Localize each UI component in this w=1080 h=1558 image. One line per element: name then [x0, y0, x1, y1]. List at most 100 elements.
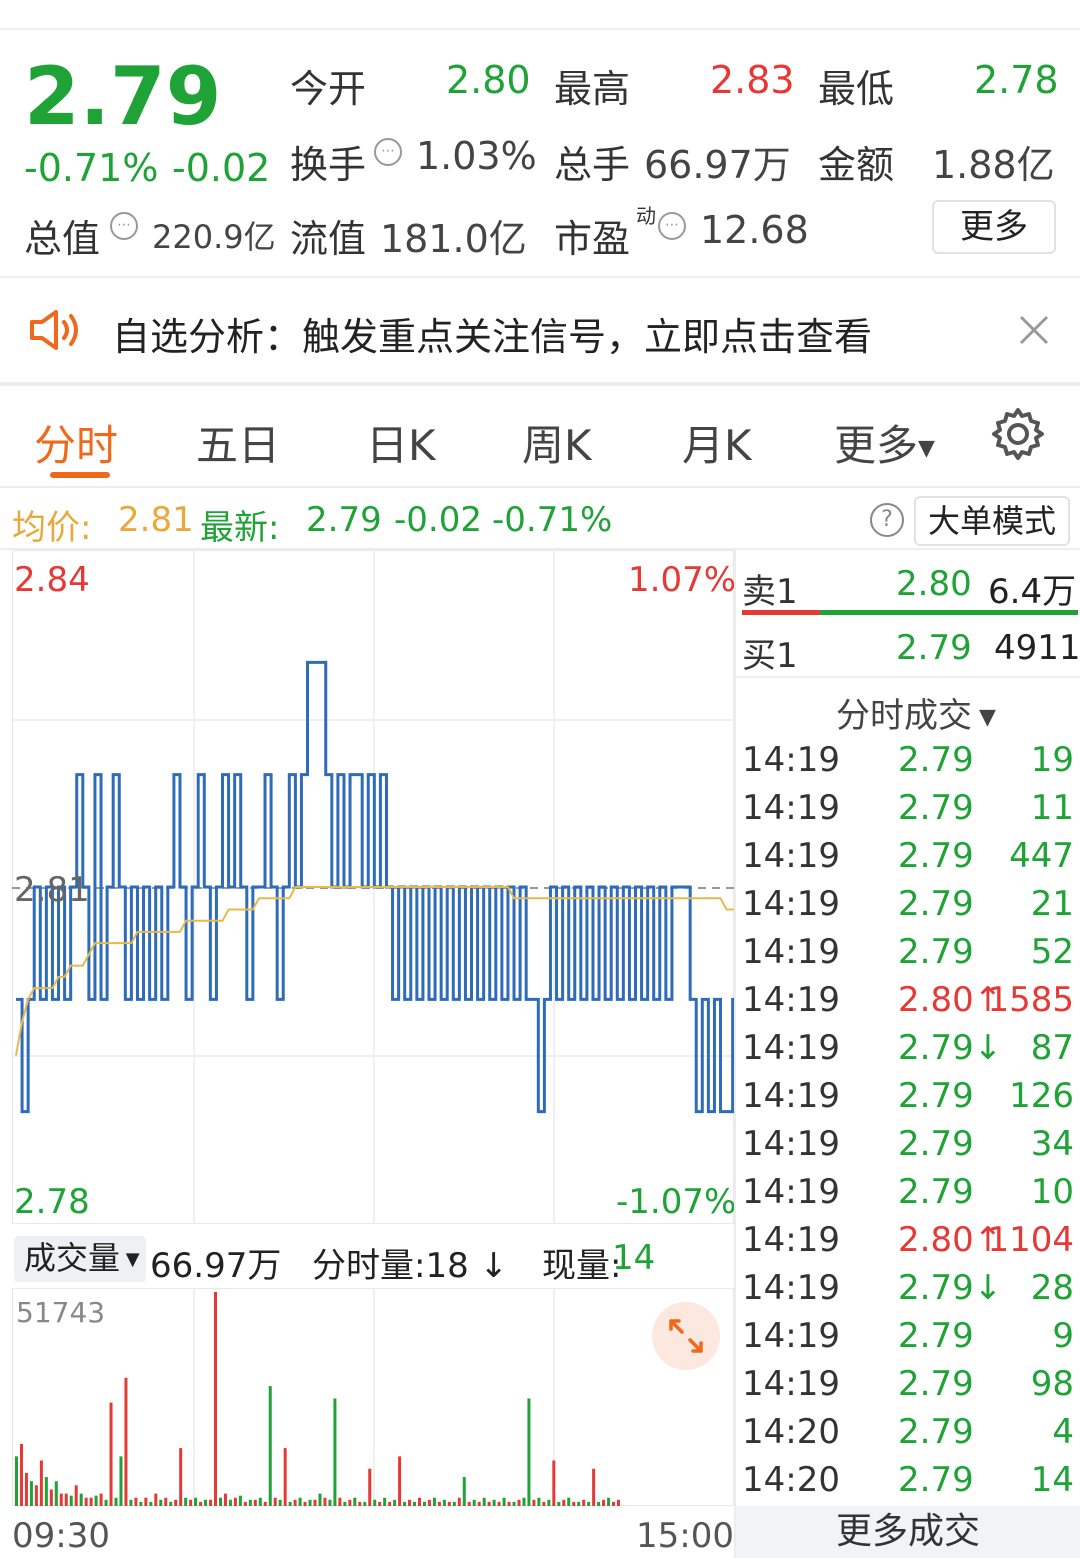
volume-bar	[353, 1497, 357, 1506]
trade-time: 14:19	[742, 1076, 840, 1116]
volume-bar	[398, 1456, 402, 1506]
buy1-label: 买1	[742, 636, 798, 676]
trade-time: 14:19	[742, 1268, 840, 1308]
volume-bar	[74, 1485, 78, 1506]
volume-bar	[517, 1499, 521, 1506]
trade-row: 14:20 2.79 4	[742, 1412, 1074, 1460]
volume-bar	[597, 1501, 601, 1506]
volume-value: 66.97万	[644, 143, 791, 187]
volume-bar	[333, 1398, 337, 1506]
more-trades-button[interactable]: 更多成交	[736, 1506, 1080, 1558]
trade-price: 2.79	[898, 884, 974, 924]
volume-label: 总手	[554, 143, 631, 187]
sell1-label: 卖1	[742, 572, 798, 612]
volume-bar	[388, 1501, 392, 1506]
mcap-label: 总值	[24, 217, 101, 261]
float-value: 181.0亿	[380, 217, 527, 261]
volume-bar	[49, 1489, 53, 1506]
mcap-value: 220.9亿	[152, 218, 276, 256]
tab-more[interactable]: 更多▼	[834, 412, 935, 473]
trade-time: 14:19	[742, 836, 840, 876]
info-icon[interactable]: ⋯	[374, 138, 402, 166]
volume-bar	[139, 1501, 143, 1506]
divider	[0, 28, 1080, 30]
volume-bar	[174, 1499, 178, 1506]
trade-volume: 126	[1009, 1076, 1074, 1116]
trade-volume: 34	[1030, 1124, 1074, 1164]
trade-price: 2.79	[898, 1460, 974, 1500]
tab-monthly-k[interactable]: 月K	[682, 412, 752, 473]
trade-volume: 52	[1030, 932, 1074, 972]
expand-button[interactable]	[652, 1302, 720, 1370]
help-icon[interactable]: ?	[870, 503, 904, 537]
volume-bar	[69, 1495, 73, 1506]
volume-bar	[59, 1493, 63, 1506]
trade-row: 14:19 2.79 98	[742, 1364, 1074, 1412]
volume-bar	[298, 1497, 302, 1506]
volume-bar	[209, 1499, 213, 1506]
volume-bar	[427, 1499, 431, 1506]
gear-icon[interactable]	[990, 406, 1046, 462]
volume-bar	[228, 1499, 232, 1506]
trade-row: 14:19 2.79 447	[742, 836, 1074, 884]
info-icon[interactable]: ⋯	[658, 212, 686, 240]
trade-price: 2.79	[898, 836, 974, 876]
volume-bar	[432, 1497, 436, 1506]
volume-bar	[313, 1499, 317, 1506]
volume-bar	[19, 1443, 23, 1506]
volume-bar	[602, 1499, 606, 1506]
intraday-price-chart[interactable]	[12, 550, 734, 1224]
trades-header[interactable]: 分时成交 ▼	[836, 688, 996, 737]
tab-weekly-k[interactable]: 周K	[522, 412, 592, 473]
volume-bar	[343, 1501, 347, 1506]
trade-row: 14:19 2.80↑ 1585	[742, 980, 1074, 1028]
trade-price: 2.79	[898, 1076, 974, 1116]
tab-five-day[interactable]: 五日	[196, 412, 280, 473]
tab-daily-k[interactable]: 日K	[366, 412, 436, 473]
trade-price: 2.79	[898, 1364, 974, 1404]
analysis-banner[interactable]: 自选分析：触发重点关注信号，立即点击查看	[0, 278, 1080, 382]
volume-bar	[542, 1501, 546, 1506]
volume-max-label: 51743	[16, 1296, 106, 1329]
volume-bar	[587, 1501, 591, 1506]
trade-volume: 14	[1030, 1460, 1074, 1500]
trade-volume: 87	[1030, 1028, 1074, 1068]
volume-bar	[189, 1499, 193, 1506]
volume-bar	[567, 1497, 571, 1506]
trade-price: 2.79	[898, 740, 974, 780]
volume-bar	[328, 1499, 332, 1506]
volume-bar	[179, 1448, 183, 1506]
info-icon[interactable]: ⋯	[110, 212, 138, 240]
volume-tab-label: 成交量	[24, 1239, 121, 1277]
trade-volume: 9	[1052, 1316, 1074, 1356]
close-icon[interactable]	[1018, 314, 1050, 346]
big-order-mode-button[interactable]: 大单模式	[914, 496, 1070, 546]
volume-bar	[497, 1501, 501, 1506]
volume-bar	[124, 1377, 128, 1506]
trade-price: 2.79	[898, 932, 974, 972]
volume-bar	[417, 1497, 421, 1506]
volume-bar	[104, 1499, 108, 1506]
volume-bar	[323, 1497, 327, 1506]
volume-bar	[582, 1499, 586, 1506]
volume-bar	[164, 1497, 168, 1506]
volume-bar	[15, 1456, 18, 1506]
pe-label: 市盈	[554, 217, 631, 261]
more-button[interactable]: 更多	[932, 200, 1056, 254]
amount-label: 金额	[818, 143, 895, 187]
volume-chart[interactable]	[12, 1288, 734, 1506]
trade-row: 14:20 2.79 14	[742, 1460, 1074, 1508]
tab-intraday[interactable]: 分时	[34, 412, 118, 473]
volume-bar	[119, 1456, 123, 1506]
current-price: 2.79	[24, 50, 222, 143]
volume-tab[interactable]: 成交量 ▼	[14, 1236, 146, 1282]
high-label: 最高	[554, 67, 631, 111]
buy1-price: 2.79	[896, 628, 972, 668]
tab-more-label: 更多	[834, 421, 919, 470]
latest-percent: -0.71%	[492, 500, 613, 540]
volume-bar	[109, 1402, 113, 1506]
volume-bar	[44, 1477, 48, 1506]
latest-value: 2.79	[306, 500, 382, 540]
speaker-icon	[30, 310, 78, 350]
pe-value: 12.68	[700, 208, 809, 252]
